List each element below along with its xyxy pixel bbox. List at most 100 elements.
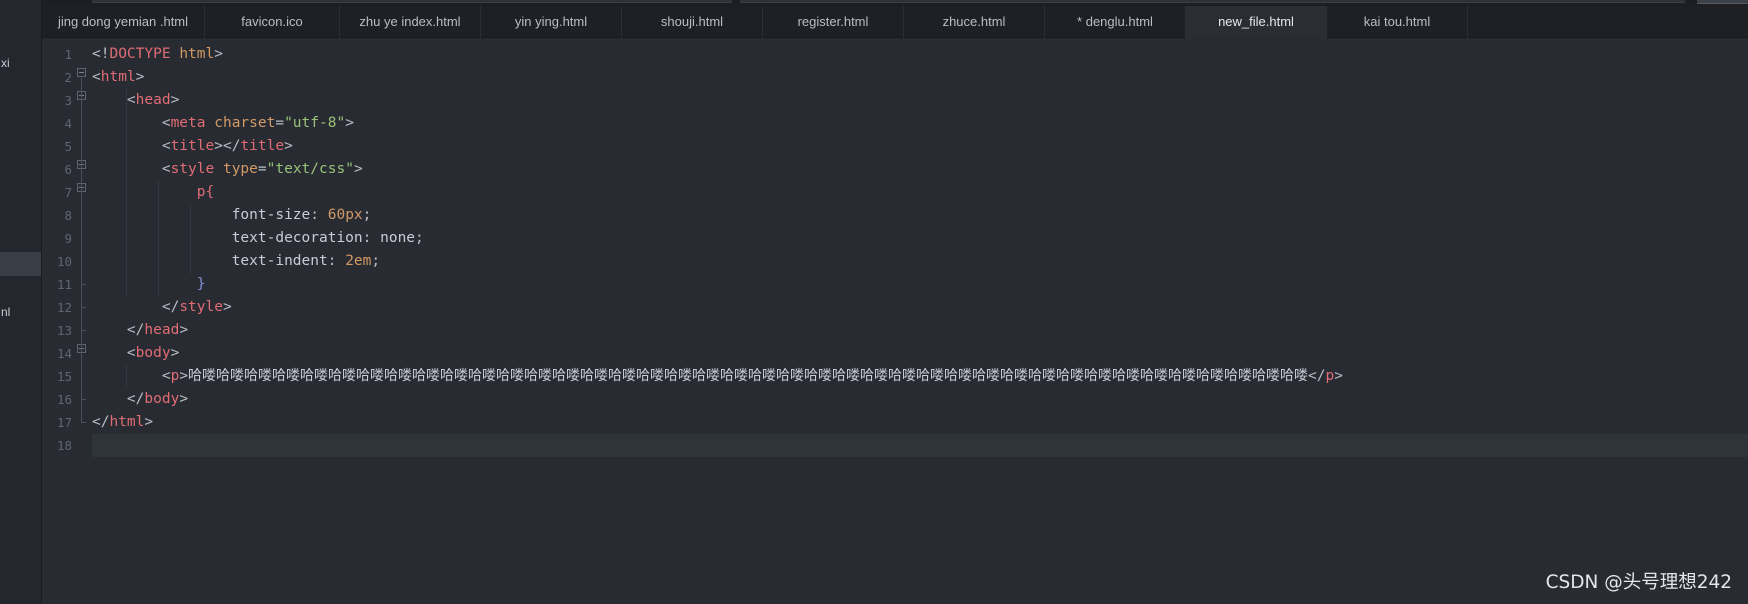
tag-name: p bbox=[170, 368, 180, 384]
punctuation: : bbox=[362, 230, 381, 246]
punctuation: = bbox=[275, 115, 285, 131]
punctuation: </ bbox=[161, 299, 180, 315]
line-number: 16 bbox=[56, 392, 72, 407]
punctuation: > bbox=[170, 345, 180, 361]
tag-name: p bbox=[1325, 368, 1335, 384]
line-number: 7 bbox=[64, 185, 72, 200]
fold-toggle-icon[interactable] bbox=[77, 68, 86, 77]
doctype-value: html bbox=[179, 46, 215, 62]
punctuation: < bbox=[161, 138, 171, 154]
tab-jing-dong-yemian[interactable]: jing dong yemian .html bbox=[42, 6, 205, 38]
punctuation: = bbox=[257, 161, 267, 177]
css-property: text-decoration bbox=[231, 230, 363, 246]
punctuation: < bbox=[161, 368, 171, 384]
tag-name: html bbox=[100, 69, 136, 85]
punctuation: > bbox=[345, 115, 354, 131]
line-number: 5 bbox=[64, 139, 72, 154]
sidebar-selected-item[interactable] bbox=[0, 252, 41, 276]
attribute-value: "utf-8" bbox=[284, 115, 346, 131]
punctuation: > bbox=[353, 161, 363, 177]
code-line-4: <meta charset="utf-8"> bbox=[92, 112, 1748, 135]
sidebar-item-label[interactable]: xi bbox=[1, 56, 10, 70]
tab-shouji[interactable]: shouji.html bbox=[622, 6, 763, 38]
punctuation: : bbox=[327, 253, 346, 269]
tab-zhu-ye-index[interactable]: zhu ye index.html bbox=[340, 6, 481, 38]
brace: } bbox=[196, 276, 206, 292]
attribute-name: charset bbox=[214, 115, 276, 131]
tag-name: style bbox=[170, 161, 215, 177]
tab-zhuce[interactable]: zhuce.html bbox=[904, 6, 1045, 38]
tab-new-file[interactable]: new_file.html bbox=[1186, 6, 1327, 38]
top-right-control[interactable] bbox=[1697, 0, 1748, 4]
punctuation: > bbox=[214, 46, 223, 62]
code-editor[interactable]: 1 2 3 4 5 6 7 8 9 10 11 12 13 14 15 16 1… bbox=[42, 38, 1748, 604]
css-property: font-size bbox=[231, 207, 311, 223]
tag-name: style bbox=[179, 299, 223, 315]
tag-name: head bbox=[144, 322, 180, 338]
tag-name: body bbox=[135, 345, 171, 361]
tag-name: title bbox=[170, 138, 215, 154]
line-number: 2 bbox=[64, 70, 72, 85]
attribute-value: "text/css" bbox=[266, 161, 354, 177]
fold-guide-end bbox=[81, 307, 86, 308]
code-line-1: <!DOCTYPE html> bbox=[92, 43, 1748, 66]
code-line-14: <body> bbox=[92, 342, 1748, 365]
fold-guide-end bbox=[81, 399, 86, 400]
line-number: 3 bbox=[64, 93, 72, 108]
editor-tab-bar: jing dong yemian .html favicon.ico zhu y… bbox=[42, 6, 1748, 38]
line-number: 15 bbox=[56, 369, 72, 384]
punctuation: < bbox=[161, 161, 171, 177]
code-line-16: </body> bbox=[92, 388, 1748, 411]
punctuation: > bbox=[135, 69, 145, 85]
code-line-7: p{ bbox=[92, 181, 1748, 204]
watermark: CSDN @头号理想242 bbox=[1545, 572, 1732, 593]
code-line-5: <title></title> bbox=[92, 135, 1748, 158]
tab-favicon[interactable]: favicon.ico bbox=[205, 6, 340, 38]
punctuation: < bbox=[126, 92, 136, 108]
punctuation: > bbox=[179, 322, 189, 338]
brace: { bbox=[205, 184, 215, 200]
punctuation: ; bbox=[415, 230, 424, 246]
code-line-6: <style type="text/css"> bbox=[92, 158, 1748, 181]
code-line-2: <html> bbox=[92, 66, 1748, 89]
line-number: 4 bbox=[64, 116, 72, 131]
tag-name: body bbox=[144, 391, 180, 407]
code-line-9: text-decoration: none; bbox=[92, 227, 1748, 250]
punctuation: > bbox=[170, 92, 180, 108]
css-value: 2em bbox=[345, 253, 372, 269]
project-sidebar: xi nl bbox=[0, 0, 42, 604]
punctuation: > bbox=[179, 368, 189, 384]
css-selector: p bbox=[196, 184, 206, 200]
punctuation: <! bbox=[92, 46, 110, 62]
punctuation: < bbox=[161, 115, 171, 131]
punctuation: </ bbox=[92, 414, 110, 430]
punctuation: </ bbox=[1308, 368, 1326, 384]
fold-guide-line bbox=[81, 78, 82, 422]
tag-name: head bbox=[135, 92, 171, 108]
tab-denglu[interactable]: * denglu.html bbox=[1045, 6, 1186, 38]
line-number: 1 bbox=[64, 47, 72, 62]
code-line-11: } bbox=[92, 273, 1748, 296]
tab-kai-tou[interactable]: kai tou.html bbox=[1327, 6, 1468, 38]
sidebar-item-label[interactable]: nl bbox=[1, 305, 10, 319]
code-line-18-current[interactable] bbox=[92, 434, 1748, 457]
tab-register[interactable]: register.html bbox=[763, 6, 904, 38]
line-number-gutter: 1 2 3 4 5 6 7 8 9 10 11 12 13 14 15 16 1… bbox=[42, 38, 92, 604]
punctuation: > bbox=[179, 391, 189, 407]
line-number: 9 bbox=[64, 231, 72, 246]
tag-name: meta bbox=[170, 115, 206, 131]
css-value: 60px bbox=[327, 207, 363, 223]
code-line-15: <p>哈喽哈喽哈喽哈喽哈喽哈喽哈喽哈喽哈喽哈喽哈喽哈喽哈喽哈喽哈喽哈喽哈喽哈喽哈… bbox=[92, 365, 1748, 388]
line-number: 10 bbox=[56, 254, 72, 269]
fold-guide-end bbox=[81, 330, 86, 331]
line-number: 8 bbox=[64, 208, 72, 223]
code-area[interactable]: <!DOCTYPE html> <html> <head> <meta char… bbox=[92, 38, 1748, 604]
line-number: 11 bbox=[56, 277, 72, 292]
tab-yin-ying[interactable]: yin ying.html bbox=[481, 6, 622, 38]
code-line-3: <head> bbox=[92, 89, 1748, 112]
code-line-10: text-indent: 2em; bbox=[92, 250, 1748, 273]
css-value: none bbox=[380, 230, 416, 246]
punctuation: > bbox=[144, 414, 154, 430]
doctype-keyword: DOCTYPE bbox=[109, 46, 171, 62]
line-number: 17 bbox=[56, 415, 72, 430]
